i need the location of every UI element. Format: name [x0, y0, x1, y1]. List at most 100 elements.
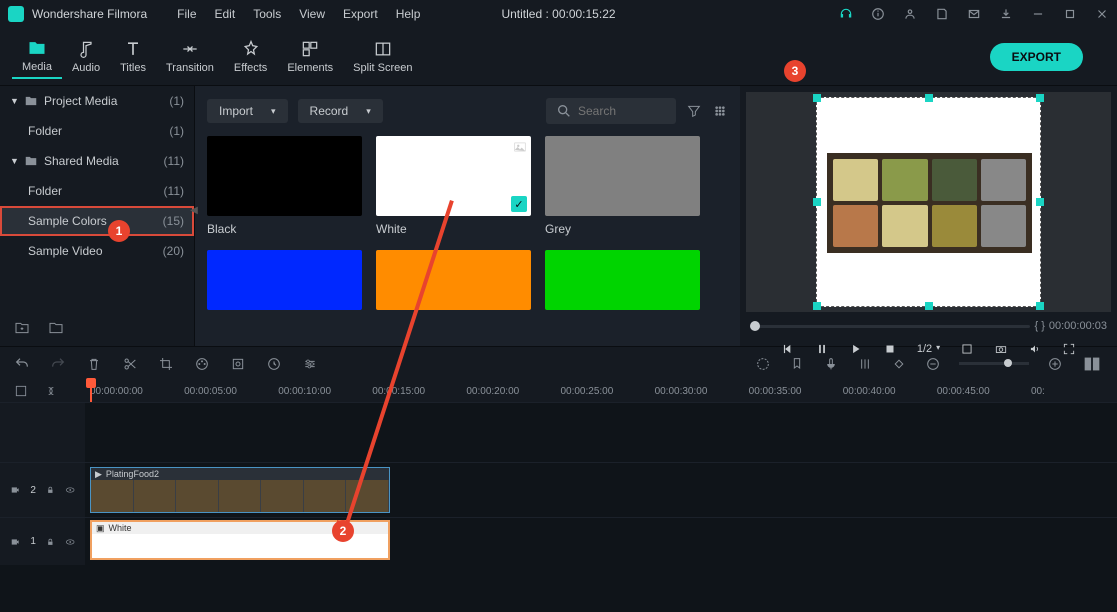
track-number: 1	[30, 536, 36, 547]
keyframe-icon[interactable]	[891, 356, 907, 372]
track-video-icon	[10, 536, 20, 548]
sidebar-sample-video[interactable]: Sample Video(20)	[0, 236, 194, 266]
tick: 00:00:25:00	[560, 386, 646, 397]
info-icon[interactable]	[871, 7, 885, 21]
track-video-icon	[10, 484, 20, 496]
eye-icon[interactable]	[65, 484, 75, 496]
speed-icon[interactable]	[266, 356, 282, 372]
track-v2[interactable]: 2 ▶PlatingFood2	[0, 462, 1117, 517]
document-title: Untitled : 00:00:15:22	[501, 7, 615, 21]
thumb-grey[interactable]: Grey	[545, 136, 700, 236]
preview-scrubber[interactable]	[750, 325, 1030, 328]
sidebar-sample-colors[interactable]: Sample Colors(15)	[0, 206, 194, 236]
lock-icon[interactable]	[46, 537, 55, 547]
menu-help[interactable]: Help	[396, 7, 421, 21]
download-icon[interactable]	[999, 7, 1013, 21]
menu-file[interactable]: File	[177, 7, 196, 21]
mixer-icon[interactable]	[857, 356, 873, 372]
sidebar-folder-1[interactable]: Folder(1)	[0, 116, 194, 146]
tab-media[interactable]: Media	[12, 34, 62, 79]
import-dropdown[interactable]: Import▾	[207, 99, 288, 123]
record-dropdown[interactable]: Record▾	[298, 99, 383, 123]
selection-box[interactable]	[816, 97, 1041, 307]
save-icon[interactable]	[935, 7, 949, 21]
maximize-icon[interactable]	[1063, 7, 1077, 21]
adjust-icon[interactable]	[302, 356, 318, 372]
titlebar: Wondershare Filmora File Edit Tools View…	[0, 0, 1117, 28]
mic-icon[interactable]	[823, 356, 839, 372]
cut-icon[interactable]	[122, 356, 138, 372]
sidebar-shared-media[interactable]: ▼Shared Media(11)	[0, 146, 194, 176]
tab-transition[interactable]: Transition	[156, 35, 224, 78]
render-icon[interactable]	[755, 356, 771, 372]
timeline-tracks: 2 ▶PlatingFood2 1 ▣White	[0, 402, 1117, 612]
category-tabs: Media Audio Titles Transition Effects El…	[0, 28, 1117, 86]
track-number: 2	[30, 485, 36, 496]
ruler-icon-1[interactable]	[14, 384, 28, 398]
track-v1[interactable]: 1 ▣White	[0, 517, 1117, 565]
zoom-slider[interactable]	[959, 362, 1029, 365]
thumb-blue[interactable]	[207, 250, 362, 310]
tab-titles[interactable]: Titles	[110, 35, 156, 78]
tab-split-screen[interactable]: Split Screen	[343, 35, 422, 78]
sidebar-folder-2[interactable]: Folder(11)	[0, 176, 194, 206]
tick: 00:00:40:00	[843, 386, 929, 397]
headphone-icon[interactable]	[839, 7, 853, 21]
track-spacer	[0, 402, 1117, 462]
new-folder-icon[interactable]	[14, 320, 30, 336]
ruler-icon-2[interactable]	[44, 384, 58, 398]
grid-icon[interactable]	[712, 103, 728, 119]
green-screen-icon[interactable]	[230, 356, 246, 372]
folder-icon[interactable]	[48, 320, 64, 336]
timeline-ruler[interactable]: 00:00:00:00 00:00:05:00 00:00:10:00 00:0…	[0, 380, 1117, 402]
marker-icon[interactable]	[789, 356, 805, 372]
tab-effects[interactable]: Effects	[224, 35, 277, 78]
callout-3: 3	[784, 60, 806, 82]
lock-icon[interactable]	[46, 485, 55, 495]
media-sidebar: ▼Project Media(1) Folder(1) ▼Shared Medi…	[0, 86, 195, 346]
menu-view[interactable]: View	[299, 7, 325, 21]
undo-icon[interactable]	[14, 356, 30, 372]
app-name: Wondershare Filmora	[32, 7, 147, 21]
preview-canvas[interactable]	[746, 92, 1111, 312]
preview-panel: { } 00:00:00:03 1/2▾	[740, 86, 1117, 346]
tick: 00:00:10:00	[278, 386, 364, 397]
menu-edit[interactable]: Edit	[215, 7, 236, 21]
tick: 00:00:35:00	[749, 386, 835, 397]
tab-elements[interactable]: Elements	[277, 35, 343, 78]
minimize-icon[interactable]	[1031, 7, 1045, 21]
crop-icon[interactable]	[158, 356, 174, 372]
user-icon[interactable]	[903, 7, 917, 21]
thumb-orange[interactable]	[376, 250, 531, 310]
mail-icon[interactable]	[967, 7, 981, 21]
delete-icon[interactable]	[86, 356, 102, 372]
callout-1: 1	[108, 220, 130, 242]
tick: 00:00:15:00	[372, 386, 458, 397]
tick: 00:00:45:00	[937, 386, 1023, 397]
eye-icon[interactable]	[65, 536, 75, 548]
search-input[interactable]	[578, 104, 658, 118]
filter-icon[interactable]	[686, 103, 702, 119]
thumb-black[interactable]: Black	[207, 136, 362, 236]
timeline-view-icon[interactable]	[1081, 353, 1103, 375]
close-icon[interactable]	[1095, 7, 1109, 21]
sidebar-project-media[interactable]: ▼Project Media(1)	[0, 86, 194, 116]
preview-tc-right: 00:00:00:03	[1049, 320, 1107, 332]
panel-splitter[interactable]: ◀	[190, 200, 198, 220]
callout-2: 2	[332, 520, 354, 542]
preview-tc-left: { }	[1034, 320, 1044, 332]
clip-video[interactable]: ▶PlatingFood2	[90, 467, 390, 513]
tab-audio[interactable]: Audio	[62, 35, 110, 78]
zoom-in-icon[interactable]	[1047, 356, 1063, 372]
thumb-white[interactable]: ✓White	[376, 136, 531, 236]
color-icon[interactable]	[194, 356, 210, 372]
menu-tools[interactable]: Tools	[253, 7, 281, 21]
thumb-green[interactable]	[545, 250, 700, 310]
tick: 00:00:00:00	[90, 386, 176, 397]
zoom-out-icon[interactable]	[925, 356, 941, 372]
search-box[interactable]	[546, 98, 676, 124]
app-logo	[8, 6, 24, 22]
export-button[interactable]: EXPORT	[990, 43, 1083, 71]
menu-export[interactable]: Export	[343, 7, 378, 21]
redo-icon[interactable]	[50, 356, 66, 372]
